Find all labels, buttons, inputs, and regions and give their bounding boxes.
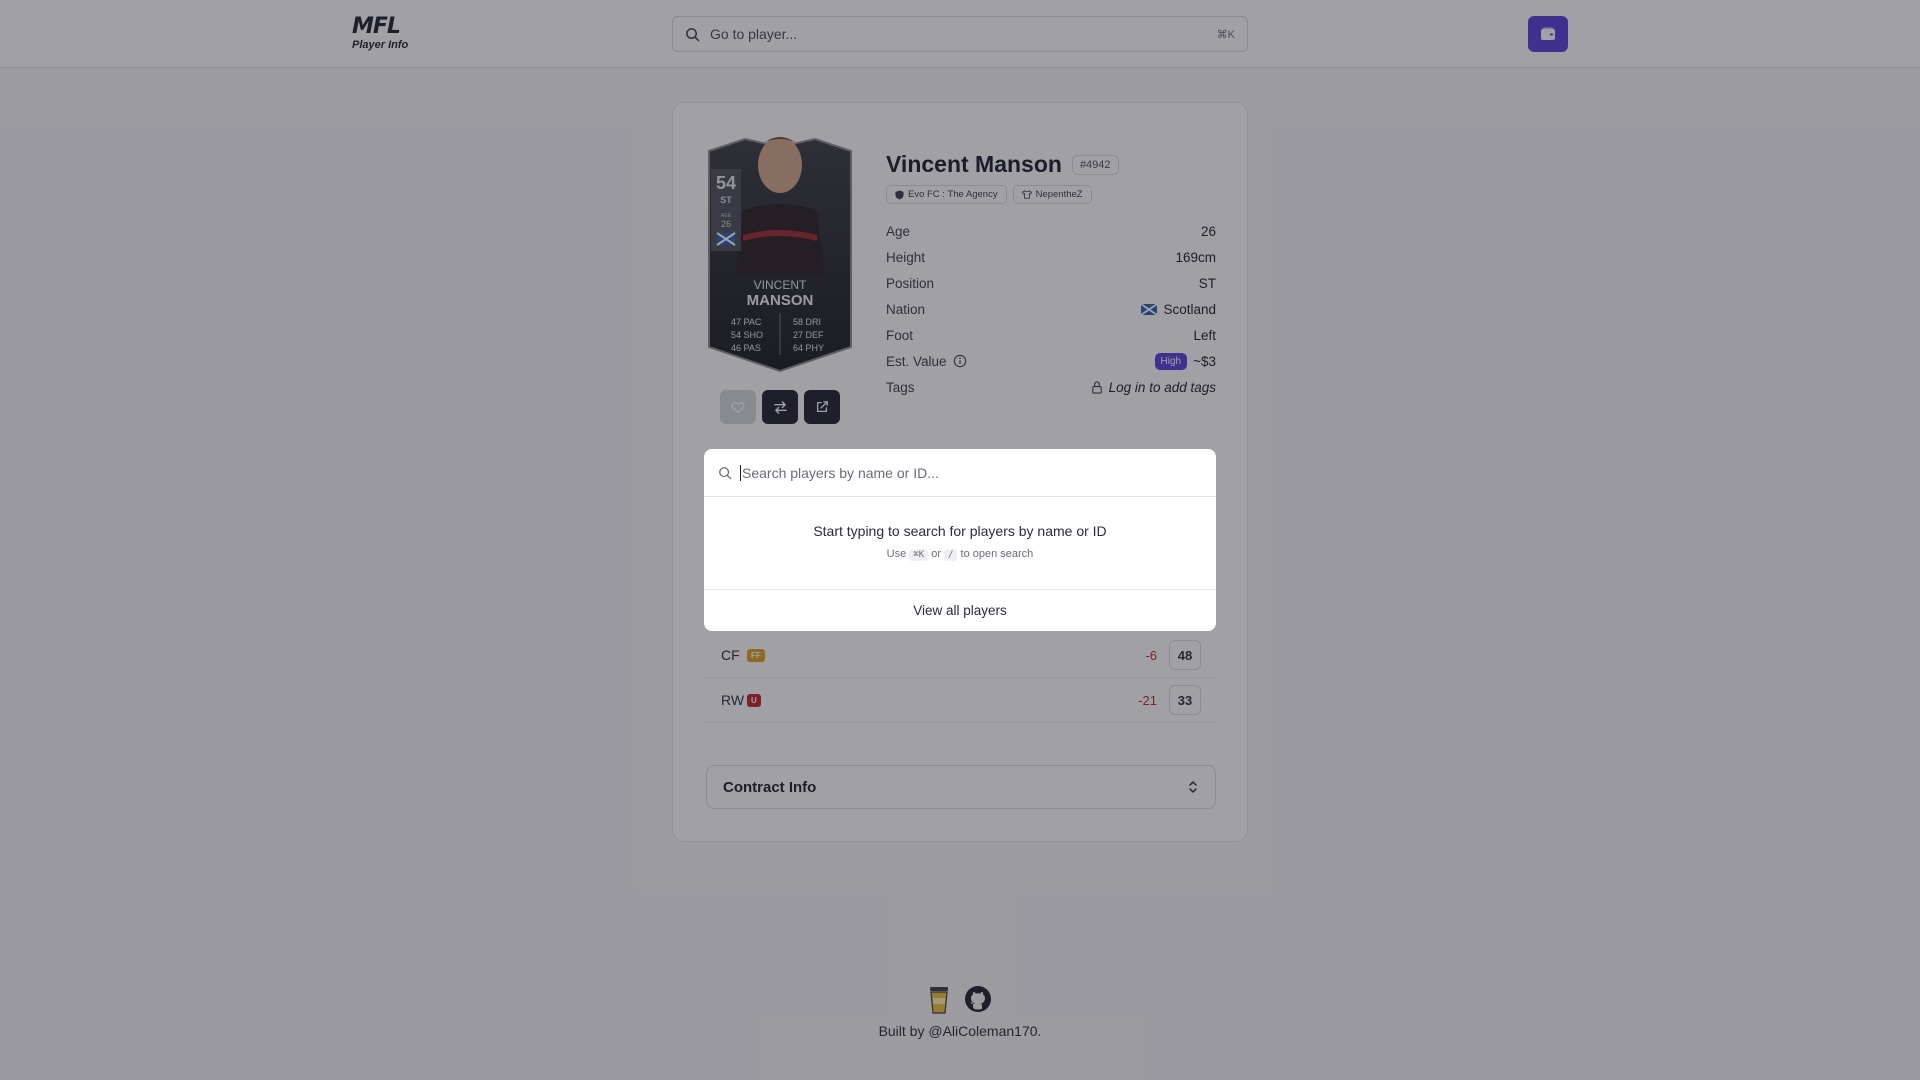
shortcut-key: ⌘K xyxy=(909,549,929,561)
shortcut-key: / xyxy=(944,549,958,561)
search-icon xyxy=(719,466,732,479)
dialog-hint: Start typing to search for players by na… xyxy=(813,523,1107,539)
player-search-dialog: Search players by name or ID... Start ty… xyxy=(704,449,1216,631)
dialog-search-input[interactable]: Search players by name or ID... xyxy=(740,464,939,481)
dialog-search-field[interactable]: Search players by name or ID... xyxy=(704,449,1216,497)
dialog-shortcut-hint: Use ⌘K or / to open search xyxy=(704,548,1216,561)
hint-text: or xyxy=(931,548,941,560)
hint-text: to open search xyxy=(960,548,1034,560)
view-all-players-link[interactable]: View all players xyxy=(704,590,1216,631)
hint-text: Use xyxy=(886,548,907,560)
dialog-empty-state: Start typing to search for players by na… xyxy=(704,497,1216,590)
